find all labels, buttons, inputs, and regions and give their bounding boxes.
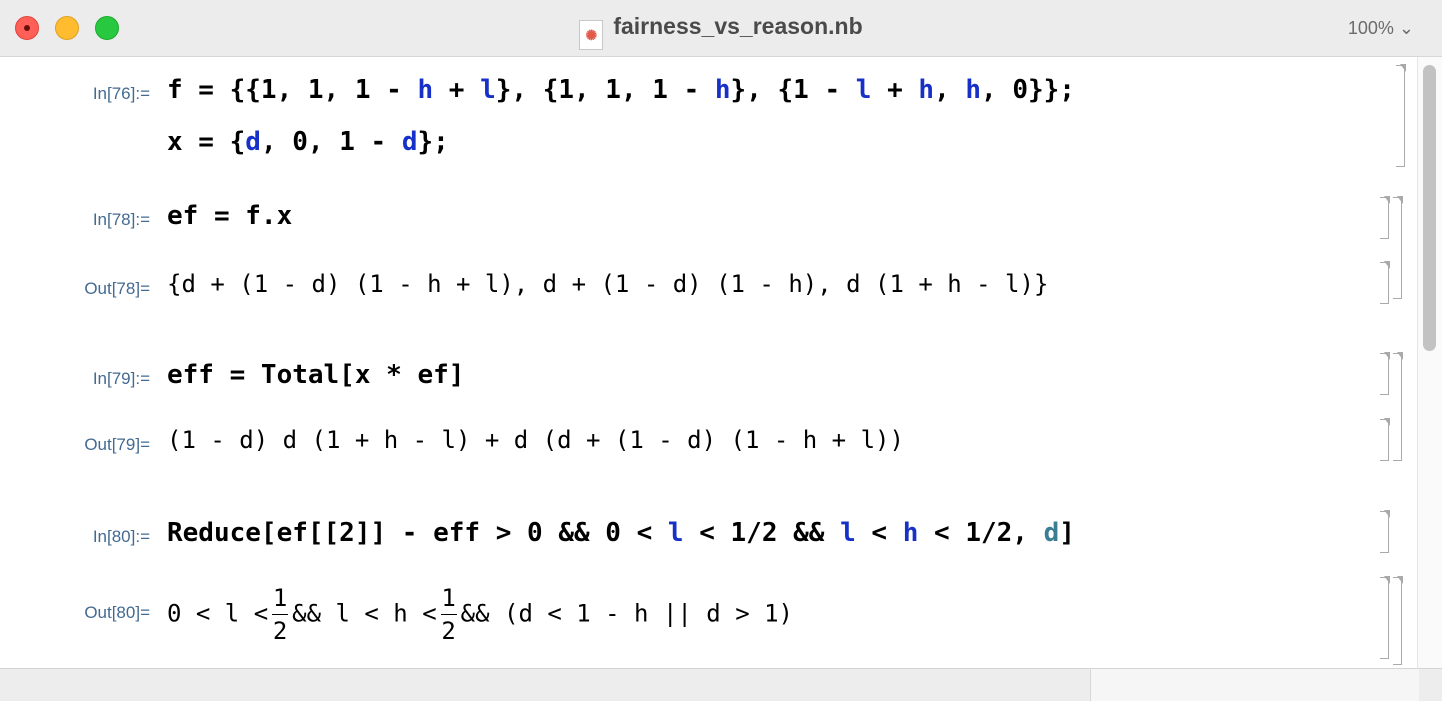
group-bracket[interactable] — [1393, 196, 1403, 299]
status-area — [1090, 669, 1419, 701]
zoom-level: 100% — [1347, 18, 1394, 38]
code-token: , 0, 1 - — [260, 127, 402, 157]
code-token: f = {{1, 1, 1 - — [167, 75, 418, 105]
code-token: , 0}}; — [981, 75, 1075, 105]
code-token: < — [855, 518, 903, 548]
cell-bracket[interactable] — [1380, 352, 1390, 395]
symbol-token: h — [918, 75, 935, 105]
cell-bracket[interactable] — [1380, 510, 1390, 553]
symbol-token: l — [480, 75, 496, 105]
code-token: eff = Total[x * ef] — [167, 360, 465, 390]
input-label: In[78]:= — [92, 210, 150, 229]
code-token: x = { — [167, 127, 246, 157]
code-token: && (d < 1 - h || d > 1) — [460, 599, 793, 628]
cell-bracket[interactable] — [1380, 261, 1390, 304]
group-bracket[interactable] — [1393, 352, 1403, 461]
fraction: 12 — [272, 582, 289, 647]
fraction: 12 — [440, 582, 457, 647]
code-token: , — [934, 75, 966, 105]
input-code-line[interactable]: ef = f.x — [167, 201, 292, 231]
code-token: }, {1 - — [730, 75, 856, 105]
output-expression: {d + (1 - d) (1 - h + l), d + (1 - d) (1… — [167, 270, 1048, 298]
vertical-scrollbar[interactable] — [1417, 57, 1442, 668]
code-token: Reduce[ef[[2]] - eff > 0 && 0 < — [167, 518, 668, 548]
output-label: Out[79]= — [84, 435, 150, 454]
symbol-token: l — [840, 518, 856, 548]
input-code-line[interactable]: Reduce[ef[[2]] - eff > 0 && 0 < l < 1/2 … — [167, 518, 1075, 548]
code-token: (1 - d) d (1 + h - l) + d (d + (1 - d) (… — [167, 426, 904, 454]
output-label: Out[78]= — [84, 279, 150, 298]
code-token: && l < h < — [292, 599, 437, 628]
horizontal-scrollbar[interactable] — [0, 668, 1442, 701]
symbol-token: d — [245, 127, 261, 157]
symbol-token: l — [667, 518, 684, 548]
input-code-line[interactable]: eff = Total[x * ef] — [167, 360, 464, 390]
notebook-icon: ✺ — [579, 20, 604, 50]
code-token: < 1/2, — [918, 518, 1044, 548]
input-label: In[80]:= — [92, 527, 150, 546]
code-token: ] — [1059, 518, 1075, 548]
window-title: ✺ fairness_vs_reason.nb — [0, 13, 1442, 50]
symbol-token: h — [417, 75, 434, 105]
zoom-menu[interactable]: 100% ⌄ — [1348, 18, 1414, 39]
numerator: 1 — [441, 584, 456, 612]
output-expression: (1 - d) d (1 + h - l) + d (d + (1 - d) (… — [167, 426, 904, 454]
symbol-token: d — [401, 127, 418, 157]
code-token: }; — [417, 127, 449, 157]
output-expression: 0 < l <1 2 && l < h <1 2 && (d < 1 - h || d … — [167, 582, 793, 647]
symbol-token: h — [714, 75, 731, 105]
symbol-token: h — [902, 518, 919, 548]
cell-bracket[interactable] — [1380, 418, 1390, 461]
input-label: In[76]:= — [92, 84, 150, 103]
cell-bracket[interactable] — [1380, 576, 1390, 659]
code-token: }, {1, 1, 1 - — [495, 75, 715, 105]
input-code-line[interactable]: f = {{1, 1, 1 - h + l}, {1, 1, 1 - h}, {… — [167, 75, 1075, 105]
numerator: 1 — [272, 584, 288, 612]
denominator: 2 — [441, 617, 456, 645]
input-label: In[79]:= — [92, 369, 150, 388]
code-token: + — [871, 75, 919, 105]
cell-bracket[interactable] — [1396, 64, 1406, 167]
symbol-token: d — [1043, 518, 1060, 548]
symbol-token: l — [855, 75, 872, 105]
code-token: + — [433, 75, 481, 105]
notebook-content[interactable]: In[76]:= f = {{1, 1, 1 - h + l}, {1, 1, 1… — [0, 57, 1418, 667]
symbol-token: h — [965, 75, 982, 105]
output-label: Out[80]= — [84, 603, 150, 622]
cell-bracket[interactable] — [1380, 196, 1390, 239]
chevron-down-icon: ⌄ — [1398, 18, 1414, 38]
scrollbar-thumb[interactable] — [1423, 65, 1436, 351]
code-token: 0 < l < — [167, 599, 269, 628]
window-title-text: fairness_vs_reason.nb — [613, 13, 863, 39]
input-code-line[interactable]: x = {d, 0, 1 - d}; — [167, 127, 449, 157]
code-token: {d + (1 - d) (1 - h + l), d + (1 - d) (1… — [167, 270, 1049, 298]
denominator: 2 — [272, 617, 288, 645]
code-token: < 1/2 && — [683, 518, 841, 548]
code-token: ef = f.x — [167, 201, 293, 231]
group-bracket[interactable] — [1393, 576, 1403, 665]
title-bar: ✺ fairness_vs_reason.nb 100% ⌄ — [0, 0, 1442, 57]
